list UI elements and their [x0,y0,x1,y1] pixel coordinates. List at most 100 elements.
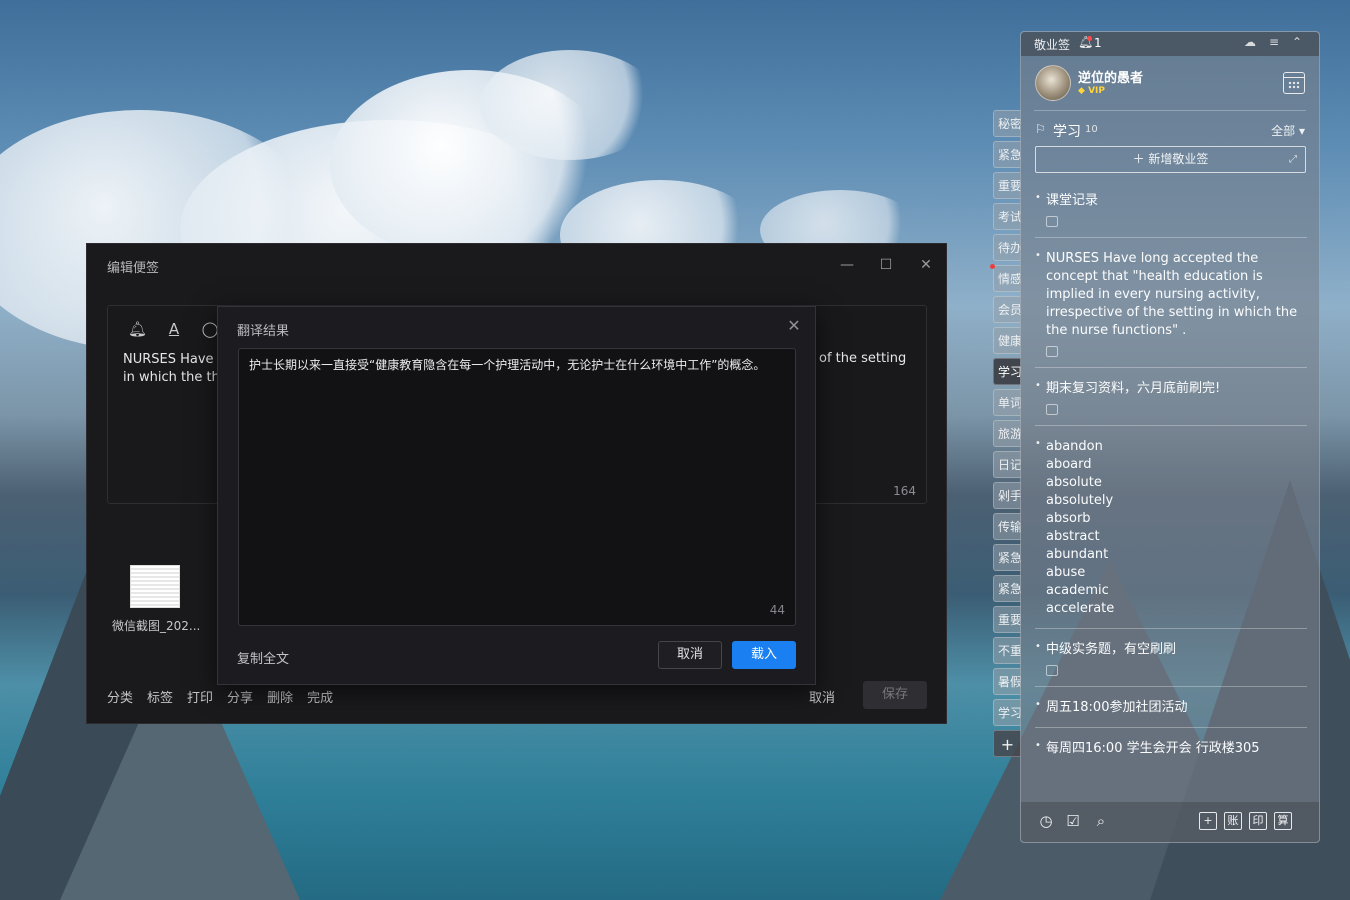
tab-7[interactable]: 健康 [993,327,1021,354]
note-text: 每周四16:00 学生会开会 行政楼305 [1035,737,1307,758]
cloud-sync-icon[interactable]: ☁ [1244,35,1256,49]
translation-text: 护士长期以来一直接受“健康教育隐含在每一个护理活动中，无论护士在什么环境中工作”… [249,358,766,372]
avatar[interactable] [1035,65,1071,101]
tag-button[interactable]: 标签 [147,687,173,706]
tab-9[interactable]: 单词 [993,389,1021,416]
char-count: 164 [893,484,916,498]
tab-13[interactable]: 传输 [993,513,1021,540]
tab-15[interactable]: 紧急 [993,575,1021,602]
list-item[interactable]: abandon aboard absolute absolutely absor… [1035,435,1307,618]
copy-all-button[interactable]: 复制全文 [237,648,289,667]
list-item[interactable]: 周五18:00参加社团活动 [1035,696,1307,717]
window-title: 编辑便签 [107,261,160,276]
translation-char-count: 44 [769,603,785,617]
editor-cancel-button[interactable]: 取消 [809,687,835,706]
font-icon[interactable]: A [165,320,183,338]
panel-header: 敬业签 🔔︎ 1 ☁ ≡ ⌃ [1021,32,1319,56]
tab-8[interactable]: 学习 [993,358,1021,385]
note-text-right: of the setting [819,351,907,366]
share-button[interactable]: 分享 [227,687,253,706]
note-text: abandon aboard absolute absolutely absor… [1035,435,1307,618]
reminder-icon [1046,665,1058,676]
tab-10[interactable]: 旅游 [993,420,1021,447]
maximize-icon[interactable]: ☐ [877,256,895,274]
translate-result-dialog: 翻译结果 ✕ 护士长期以来一直接受“健康教育隐含在每一个护理活动中，无论护士在什… [217,306,816,685]
list-item[interactable]: NURSES Have long accepted the concept th… [1035,247,1307,357]
note-text: 课堂记录 [1035,189,1307,210]
attachment-thumbnail[interactable] [130,565,180,608]
add-tab-button[interactable]: + [993,730,1021,757]
print-button[interactable]: 打印 [187,687,213,706]
note-text: NURSES Have l in which the th [123,351,221,387]
current-category: 学习 [1053,124,1081,140]
list-item[interactable]: 每周四16:00 学生会开会 行政楼305 [1035,737,1307,758]
notification-dot [1087,36,1092,41]
vip-badge: ◆ VIP [1078,86,1105,96]
close-icon[interactable]: ✕ [785,317,803,335]
tab-5[interactable]: 情感 [993,265,1021,292]
note-text: 期末复习资料，六月底前刷完! [1035,377,1307,398]
filter-dropdown[interactable]: 全部 ▾ [1271,122,1305,139]
divider [1034,110,1306,111]
filter-label: 全部 [1271,124,1296,138]
bell-icon[interactable]: 🔔︎ [128,320,147,338]
tab-2[interactable]: 重要 [993,172,1021,199]
expand-icon[interactable]: ⤢ [1289,147,1297,172]
attachment-name: 微信截图_202... [112,619,201,633]
sticky-notes-panel: 敬业签 🔔︎ 1 ☁ ≡ ⌃ 逆位的愚者 ◆ VIP ⚐ 学习 10 全部 ▾ … [1020,31,1320,843]
note-text-line1: NURSES Have l [123,352,222,367]
collapse-icon[interactable]: ⌃ [1292,35,1302,49]
username: 逆位的愚者 [1078,71,1144,86]
add-note-button[interactable]: ＋ 新增敬业签 ⤢ [1035,146,1306,173]
close-icon[interactable]: ✕ [917,256,935,274]
panel-footer: ◷ ☑ ⌕ + 账 印 算 [1021,802,1319,842]
tab-4[interactable]: 待办 [993,234,1021,261]
notes-list: 课堂记录 NURSES Have long accepted the concep… [1035,189,1307,758]
done-button[interactable]: 完成 [307,687,333,706]
search-icon[interactable]: ⌕ [1092,812,1110,830]
minimize-icon[interactable]: — [838,256,856,274]
divider [1035,628,1307,629]
calendar-icon[interactable] [1283,72,1305,94]
reminder-icon [1046,346,1058,357]
tab-11[interactable]: 日记 [993,451,1021,478]
app-name: 敬业签 [1034,38,1071,52]
tab-3[interactable]: 考试 [993,203,1021,230]
tab-6[interactable]: 会员 [993,296,1021,323]
print-footer-button[interactable]: 印 [1249,812,1267,830]
list-item[interactable]: 课堂记录 [1035,189,1307,227]
reminder-icon [1046,404,1058,415]
delete-button[interactable]: 删除 [267,687,293,706]
account-button[interactable]: 账 [1224,812,1242,830]
checklist-icon[interactable]: ☑ [1064,812,1082,830]
divider [1035,686,1307,687]
menu-icon[interactable]: ≡ [1269,35,1279,49]
clock-icon[interactable]: ◷ [1037,812,1055,830]
tab-18[interactable]: 暑假 [993,668,1021,695]
list-item[interactable]: 中级实务题，有空刷刷 [1035,638,1307,676]
save-button[interactable]: 保存 [863,681,927,709]
note-text: NURSES Have long accepted the concept th… [1035,247,1307,340]
add-note-label: 新增敬业签 [1148,152,1209,166]
dialog-cancel-button[interactable]: 取消 [658,641,722,669]
divider [1035,727,1307,728]
vip-label: VIP [1088,86,1105,96]
tab-19[interactable]: 学习 [993,699,1021,726]
tab-14[interactable]: 紧急 [993,544,1021,571]
tab-12[interactable]: 剁手 [993,482,1021,509]
tab-0[interactable]: 秘密 [993,110,1021,137]
calculator-button[interactable]: 算 [1274,812,1292,830]
reminder-icon [1046,216,1058,227]
add-footer-button[interactable]: + [1199,812,1217,830]
notification-count: 1 [1094,36,1102,50]
divider [1035,425,1307,426]
note-text-line2: in which the th [123,370,220,385]
category-button[interactable]: 分类 [107,687,133,706]
list-item[interactable]: 期末复习资料，六月底前刷完! [1035,377,1307,415]
translation-textarea[interactable]: 护士长期以来一直接受“健康教育隐含在每一个护理活动中，无论护士在什么环境中工作”… [238,348,796,626]
load-button[interactable]: 载入 [732,641,796,669]
tab-16[interactable]: 重要 [993,606,1021,633]
tab-17[interactable]: 不重 [993,637,1021,664]
tab-1[interactable]: 紧急 [993,141,1021,168]
bookmark-icon: ⚐ [1035,122,1046,136]
